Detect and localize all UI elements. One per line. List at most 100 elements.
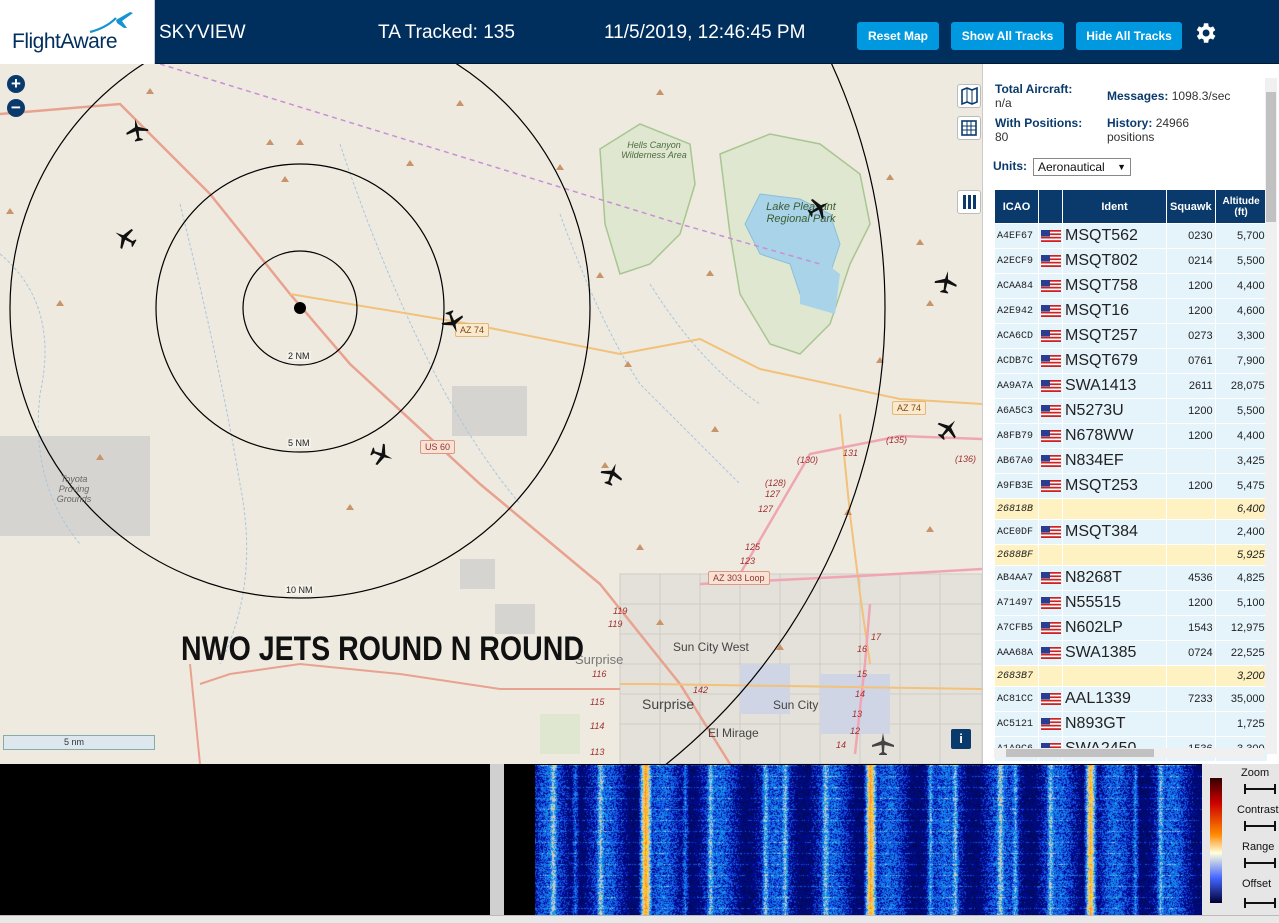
- table-row[interactable]: ACA6CD MSQT257 0273 3,300: [994, 323, 1268, 349]
- scrollbar-thumb[interactable]: [1006, 749, 1154, 757]
- aircraft-sidebar: Total Aircraft: n/a Messages: 1098.3/sec…: [982, 64, 1279, 764]
- ident-cell: MSQT16: [1062, 298, 1167, 324]
- altitude-cell: 5,700: [1214, 223, 1268, 249]
- squawk-cell: 1200: [1166, 398, 1216, 424]
- table-row[interactable]: ACDB7C MSQT679 0761 7,900: [994, 348, 1268, 374]
- icao-cell: ACAA84: [994, 273, 1039, 299]
- flag-cell: [1038, 640, 1063, 666]
- altitude-cell: 4,600: [1214, 298, 1268, 324]
- flag-cell: [1038, 323, 1063, 349]
- us-flag-icon: [1041, 622, 1061, 635]
- grid-icon: [961, 120, 977, 136]
- altitude-cell: 6,400: [1214, 498, 1268, 520]
- column-header-icao[interactable]: ICAO: [994, 189, 1039, 224]
- table-row[interactable]: 2688BF 5,925: [994, 544, 1268, 566]
- table-row[interactable]: 26818B 6,400: [994, 498, 1268, 520]
- contrast-slider[interactable]: [1244, 821, 1276, 831]
- ident-cell: AAL1339: [1062, 686, 1167, 712]
- hwy-num: 116: [592, 669, 607, 679]
- table-row[interactable]: A4EF67 MSQT562 0230 5,700: [994, 223, 1268, 249]
- hwy-num: 125: [745, 542, 761, 552]
- table-row[interactable]: A7CFB5 N602LP 1543 12,975: [994, 615, 1268, 641]
- table-row[interactable]: 2683B7 3,200: [994, 665, 1268, 687]
- units-select[interactable]: Aeronautical ▼: [1033, 158, 1131, 176]
- ident-cell: MSQT257: [1062, 323, 1167, 349]
- column-header-squawk[interactable]: Squawk: [1166, 189, 1216, 224]
- columns-toggle-button[interactable]: [957, 190, 981, 214]
- squawk-cell: 0230: [1166, 223, 1216, 249]
- scrollbar-thumb[interactable]: [1266, 92, 1276, 222]
- zoom-out-button[interactable]: −: [7, 99, 25, 117]
- table-row[interactable]: A2ECF9 MSQT802 0214 5,500: [994, 248, 1268, 274]
- aircraft-marker-icon[interactable]: [932, 268, 960, 296]
- table-row[interactable]: ACE0DF MSQT384 2,400: [994, 519, 1268, 545]
- table-row[interactable]: AB67A0 N834EF 3,425: [994, 448, 1268, 474]
- units-value: Aeronautical: [1038, 160, 1105, 174]
- range-slider[interactable]: [1244, 858, 1276, 868]
- zoom-slider[interactable]: [1244, 784, 1276, 794]
- table-row[interactable]: A8FB79 N678WW 1200 4,400: [994, 423, 1268, 449]
- flag-cell: [1038, 273, 1063, 299]
- aircraft-marker-icon[interactable]: [123, 116, 151, 144]
- road-shield-az303: AZ 303 Loop: [708, 571, 770, 585]
- ring-label-10nm: 10 NM: [285, 585, 314, 595]
- table-row[interactable]: A71497 N55515 1200 5,100: [994, 590, 1268, 616]
- hwy-num: 15: [857, 669, 868, 679]
- ident-cell: [1062, 498, 1167, 520]
- flag-cell: [1038, 711, 1063, 737]
- us-flag-icon: [1041, 572, 1061, 585]
- grid-toggle-button[interactable]: [957, 116, 981, 140]
- altitude-cell: 2,400: [1214, 519, 1268, 545]
- flag-cell: [1038, 565, 1063, 591]
- table-row[interactable]: AC81CC AAL1339 7233 35,000: [994, 686, 1268, 712]
- zoom-in-button[interactable]: +: [7, 75, 25, 93]
- panel-divider[interactable]: [490, 764, 504, 915]
- offset-slider[interactable]: [1244, 898, 1276, 908]
- spectrum-blank-area: [0, 764, 490, 915]
- column-header-altitude[interactable]: Altitude (ft): [1214, 189, 1268, 224]
- table-row[interactable]: A6A5C3 N5273U 1200 5,500: [994, 398, 1268, 424]
- altitude-cell: 7,900: [1214, 348, 1268, 374]
- ident-cell: [1062, 665, 1167, 687]
- table-row[interactable]: A9FB3E MSQT253 1200 5,475: [994, 473, 1268, 499]
- clock: 11/5/2019, 12:46:45 PM: [604, 22, 806, 43]
- hwy-num: 12: [850, 726, 861, 736]
- logo-text: FlightAware: [12, 30, 118, 53]
- reset-map-button[interactable]: Reset Map: [857, 22, 939, 50]
- squawk-cell: 1200: [1166, 298, 1216, 324]
- settings-gear-icon[interactable]: [1192, 20, 1218, 46]
- flag-cell: [1038, 498, 1063, 520]
- table-row[interactable]: A2E942 MSQT16 1200 4,600: [994, 298, 1268, 324]
- horizontal-scrollbar[interactable]: [994, 748, 1264, 758]
- squawk-cell: 0724: [1166, 640, 1216, 666]
- ground-aircraft-marker-icon[interactable]: [871, 732, 895, 756]
- hwy-num: 127: [765, 489, 781, 499]
- info-button[interactable]: i: [951, 729, 971, 749]
- squawk-cell: 1200: [1166, 473, 1216, 499]
- app-name: SKYVIEW: [159, 22, 246, 43]
- column-header-ident[interactable]: Ident: [1062, 189, 1167, 224]
- place-el-mirage: El Mirage: [708, 726, 759, 740]
- map-layers-button[interactable]: [957, 84, 981, 108]
- flag-cell: [1038, 590, 1063, 616]
- show-all-tracks-button[interactable]: Show All Tracks: [951, 22, 1064, 50]
- flag-cell: [1038, 298, 1063, 324]
- hide-all-tracks-button[interactable]: Hide All Tracks: [1076, 22, 1182, 50]
- flightaware-logo[interactable]: FlightAware: [0, 0, 155, 64]
- map-view[interactable]: + − 2 NM 5 NM 10 NM AZ 74 US 60 AZ 74 AZ…: [0, 64, 982, 764]
- icao-cell: A71497: [994, 590, 1039, 616]
- altitude-cell: 12,975: [1214, 615, 1268, 641]
- ring-label-5nm: 5 NM: [287, 438, 311, 448]
- vertical-scrollbar[interactable]: [1265, 78, 1277, 754]
- hwy-num: (130): [797, 455, 819, 465]
- table-row[interactable]: ACAA84 MSQT758 1200 4,400: [994, 273, 1268, 299]
- overlay-caption: NWO JETS ROUND N ROUND: [181, 630, 585, 668]
- table-row[interactable]: AC5121 N893GT 1,725: [994, 711, 1268, 737]
- column-header-flag[interactable]: [1038, 189, 1063, 224]
- table-row[interactable]: AA9A7A SWA1413 2611 28,075: [994, 373, 1268, 399]
- table-row[interactable]: AAA68A SWA1385 0724 22,525: [994, 640, 1268, 666]
- table-row[interactable]: AB4AA7 N8268T 4536 4,825: [994, 565, 1268, 591]
- ident-cell: MSQT802: [1062, 248, 1167, 274]
- scale-label: 5 nm: [64, 737, 85, 747]
- us-flag-icon: [1041, 526, 1061, 539]
